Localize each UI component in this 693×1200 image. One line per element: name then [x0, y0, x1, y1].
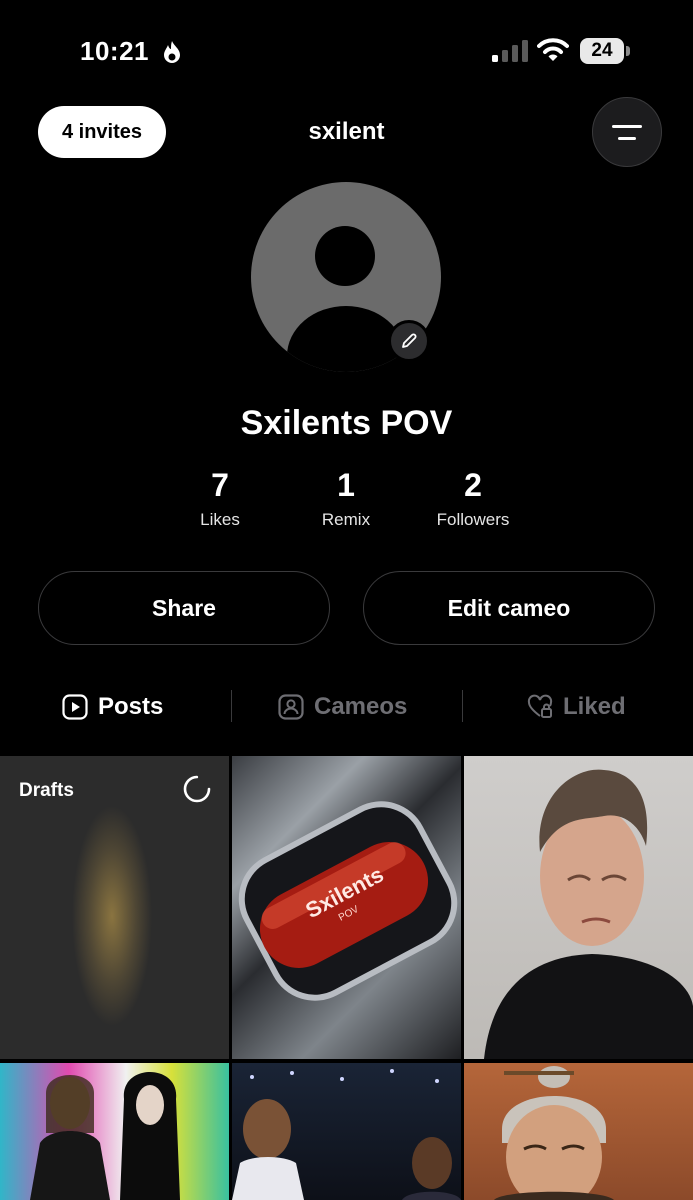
menu-icon-line: [618, 137, 636, 140]
drafts-label: Drafts: [19, 780, 74, 801]
page-title: sxilent: [308, 118, 385, 145]
flame-icon: [164, 41, 180, 63]
stat-value: 7: [211, 467, 229, 503]
tab-label: Posts: [98, 693, 164, 720]
display-name: Sxilents POV: [240, 404, 453, 442]
stat-label: Remix: [321, 510, 371, 529]
play-square-icon: [62, 694, 88, 720]
elder-portrait-image: [494, 1066, 614, 1200]
status-time: 10:21: [80, 36, 149, 66]
heart-lock-icon: [527, 694, 553, 718]
post-thumbnail[interactable]: [464, 756, 693, 1059]
pencil-icon: [402, 333, 417, 348]
tab-posts[interactable]: Posts: [62, 690, 163, 724]
edit-cameo-button[interactable]: Edit cameo: [363, 571, 655, 645]
tab-divider: [462, 690, 463, 722]
fashion-photo-image: [30, 1072, 180, 1200]
post-thumbnail[interactable]: [232, 1063, 461, 1200]
person-photo-image: [484, 769, 693, 1059]
tab-liked[interactable]: Liked: [527, 690, 626, 724]
stat-label: Followers: [436, 510, 510, 529]
tab-cameos[interactable]: Cameos: [278, 690, 407, 724]
edit-avatar-button[interactable]: [388, 320, 430, 362]
post-thumbnail[interactable]: Sxilents POV: [232, 756, 461, 1059]
menu-button[interactable]: [592, 97, 662, 167]
stat-value: 1: [337, 467, 355, 503]
menu-icon-line: [612, 125, 642, 128]
battery-level: 24: [580, 38, 624, 64]
avatar-placeholder-head: [315, 226, 375, 286]
basketball-photo-image: [232, 1069, 461, 1200]
tab-label: Cameos: [314, 693, 408, 720]
wifi-icon: [537, 38, 569, 61]
post-thumbnail[interactable]: [464, 1063, 693, 1200]
tab-label: Liked: [563, 693, 626, 720]
battery-tip: [626, 46, 630, 56]
share-button[interactable]: Share: [38, 571, 330, 645]
stat-followers[interactable]: 2 Followers: [413, 466, 533, 530]
post-thumbnail[interactable]: [0, 1063, 229, 1200]
stat-label: Likes: [200, 510, 240, 529]
stat-likes: 7 Likes: [160, 466, 280, 530]
person-portrait-icon: [278, 694, 304, 720]
stat-value: 2: [464, 467, 482, 503]
cellular-signal-icon: [492, 40, 528, 62]
loading-spinner-icon: [183, 775, 211, 803]
drafts-tile[interactable]: Drafts: [0, 756, 229, 1059]
red-pill-image: Sxilents POV: [238, 801, 458, 1001]
stat-remix: 1 Remix: [286, 466, 406, 530]
battery-indicator: 24: [580, 38, 630, 64]
tab-divider: [231, 690, 232, 722]
